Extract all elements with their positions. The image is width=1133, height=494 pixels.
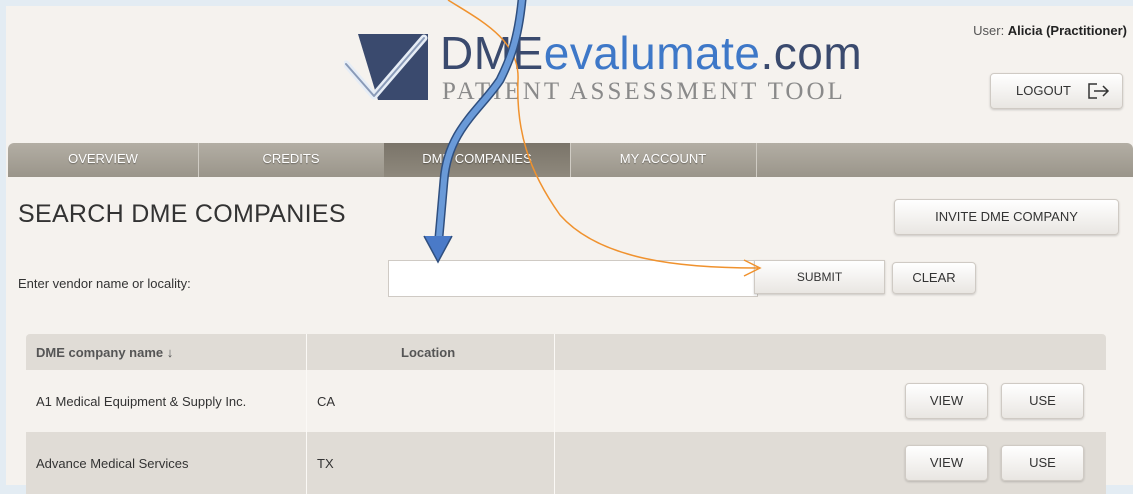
column-header-company-name[interactable]: DME company name ↓ — [26, 334, 306, 370]
column-header-location: Location — [306, 334, 555, 370]
invite-dme-company-button[interactable]: INVITE DME COMPANY — [894, 199, 1119, 235]
logout-label: LOGOUT — [1016, 83, 1071, 98]
logo-checkmark-icon — [344, 34, 428, 100]
company-name-cell: A1 Medical Equipment & Supply Inc. — [36, 393, 247, 409]
clear-button[interactable]: CLEAR — [892, 262, 976, 294]
main-nav: OVERVIEW CREDITS DME COMPANIES MY ACCOUN… — [8, 143, 1133, 177]
logout-button[interactable]: LOGOUT — [990, 73, 1123, 109]
location-cell: CA — [306, 370, 555, 432]
user-info: User: Alicia (Practitioner) — [973, 23, 1127, 38]
logo-title: DMEevalumate.com — [440, 27, 863, 79]
column-header-actions — [555, 334, 1106, 370]
search-label: Enter vendor name or locality: — [18, 276, 191, 291]
user-name: Alicia (Practitioner) — [1007, 23, 1127, 38]
use-button[interactable]: USE — [1001, 383, 1084, 419]
tab-dme-companies[interactable]: DME COMPANIES — [384, 143, 571, 177]
submit-button[interactable]: SUBMIT — [754, 260, 885, 294]
tab-overview[interactable]: OVERVIEW — [8, 143, 199, 177]
table-row: A1 Medical Equipment & Supply Inc. CA VI… — [26, 370, 1106, 432]
tab-credits[interactable]: CREDITS — [198, 143, 385, 177]
page-title: SEARCH DME COMPANIES — [18, 200, 346, 228]
table-header: DME company name ↓ Location — [26, 334, 1106, 370]
logout-arrow-icon — [1088, 83, 1110, 99]
logo-subtitle: PATIENT ASSESSMENT TOOL — [442, 78, 846, 105]
site-logo[interactable]: DMEevalumate.com PATIENT ASSESSMENT TOOL — [344, 26, 864, 106]
page: DMEevalumate.com PATIENT ASSESSMENT TOOL… — [6, 6, 1133, 494]
view-button[interactable]: VIEW — [905, 383, 988, 419]
view-button[interactable]: VIEW — [905, 445, 988, 481]
search-input[interactable] — [388, 260, 758, 297]
tab-my-account[interactable]: MY ACCOUNT — [570, 143, 757, 177]
use-button[interactable]: USE — [1001, 445, 1084, 481]
companies-table: DME company name ↓ Location A1 Medical E… — [26, 334, 1106, 494]
